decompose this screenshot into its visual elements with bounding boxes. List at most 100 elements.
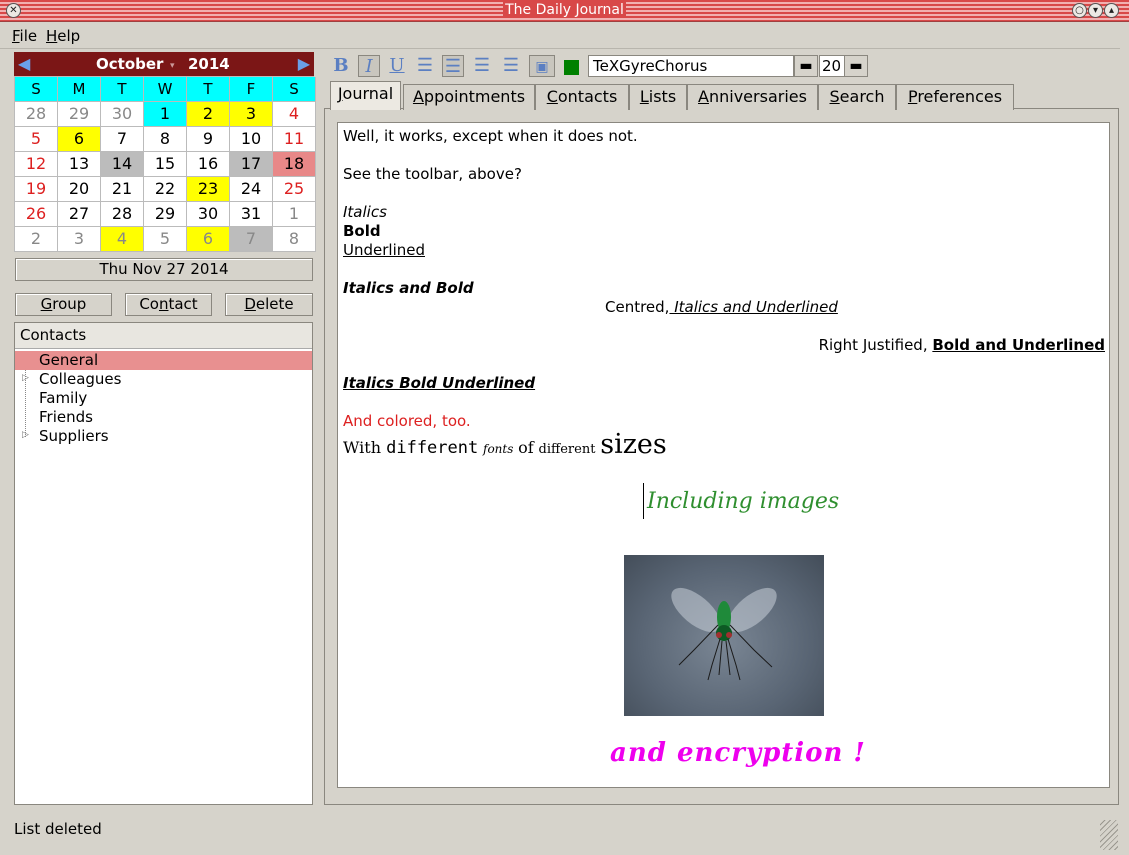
calendar-day[interactable]: 19 (15, 177, 58, 202)
centred-text: Centred, (605, 298, 670, 316)
tab-appointments[interactable]: Appointments (403, 84, 535, 110)
fonts-fonts: fonts (483, 442, 514, 456)
calendar-day[interactable]: 29 (58, 102, 101, 127)
calendar-day[interactable]: 7 (230, 227, 273, 252)
font-name-field[interactable]: TeXGyreChorus (588, 55, 794, 77)
menu-file[interactable]: File (12, 27, 37, 45)
calendar-day[interactable]: 18 (273, 152, 316, 177)
tab-lists[interactable]: Lists (629, 84, 687, 110)
weekday-header: M (58, 77, 101, 102)
delete-button[interactable]: Delete (225, 293, 313, 316)
calendar-day[interactable]: 15 (144, 152, 187, 177)
right-justified-text: Right Justified, (818, 336, 933, 354)
contacts-tree-header[interactable]: Contacts (15, 323, 312, 349)
tree-item-family[interactable]: Family (39, 389, 87, 408)
tree-item-friends[interactable]: Friends (39, 408, 93, 427)
calendar-day[interactable]: 4 (101, 227, 144, 252)
calendar-day[interactable]: 28 (101, 202, 144, 227)
tab-anniversaries[interactable]: Anniversaries (687, 84, 818, 110)
shade-icon[interactable]: ▴ (1104, 3, 1119, 18)
weekday-header: S (15, 77, 58, 102)
calendar-day[interactable]: 5 (15, 127, 58, 152)
calendar-day[interactable]: 8 (144, 127, 187, 152)
italic-text: Italics (343, 203, 387, 221)
calendar-day[interactable]: 28 (15, 102, 58, 127)
calendar-day[interactable]: 14 (101, 152, 144, 177)
calendar-day[interactable]: 23 (187, 177, 230, 202)
menu-help[interactable]: Help (46, 27, 80, 45)
calendar-day[interactable]: 6 (58, 127, 101, 152)
window-title-text: The Daily Journal (503, 2, 626, 18)
calendar-day[interactable]: 1 (273, 202, 316, 227)
calendar-day[interactable]: 10 (230, 127, 273, 152)
tree-item-suppliers[interactable]: Suppliers (39, 427, 109, 446)
tree-item-colleagues[interactable]: Colleagues (39, 370, 121, 389)
expand-icon[interactable]: ▷ (22, 373, 29, 383)
maximize-icon[interactable]: ▾ (1088, 3, 1103, 18)
calendar-day[interactable]: 5 (144, 227, 187, 252)
expand-icon[interactable]: ▷ (22, 430, 29, 440)
calendar-day[interactable]: 30 (187, 202, 230, 227)
calendar-day[interactable]: 16 (187, 152, 230, 177)
calendar-day[interactable]: 6 (187, 227, 230, 252)
text-color-swatch[interactable] (564, 60, 579, 75)
tab-search[interactable]: Search (818, 84, 896, 110)
font-size-field[interactable]: 20 (819, 55, 845, 77)
calendar-day[interactable]: 8 (273, 227, 316, 252)
calendar-day[interactable]: 7 (101, 127, 144, 152)
minimize-icon[interactable]: ○ (1072, 3, 1087, 18)
calendar-year[interactable]: 2014 (188, 55, 230, 73)
calendar-day[interactable]: 17 (230, 152, 273, 177)
calendar-day[interactable]: 20 (58, 177, 101, 202)
calendar-day[interactable]: 26 (15, 202, 58, 227)
calendar-day[interactable]: 13 (58, 152, 101, 177)
tab-contacts[interactable]: Contacts (535, 84, 629, 110)
calendar-day[interactable]: 22 (144, 177, 187, 202)
fonts-different2: different (538, 442, 596, 457)
insert-image-icon[interactable]: ▣ (529, 55, 555, 77)
encryption-text: and encryption ! (610, 738, 866, 768)
format-toolbar: B I U ☰ ☰ ☰ ☰ ▣ TeXGyreChorus ▬ 20 ▬ (324, 52, 1118, 80)
calendar-day[interactable]: 4 (273, 102, 316, 127)
colored-text: And colored, too. (343, 412, 471, 430)
calendar-day[interactable]: 24 (230, 177, 273, 202)
journal-editor[interactable]: Well, it works, except when it does not.… (337, 122, 1110, 788)
calendar-grid: S M T W T F S 28 29 30 1 2 3 4 5 6 7 8 9 10 11 12 13 14 15 16 17 18… (14, 76, 316, 252)
tree-item-general[interactable]: General (39, 351, 98, 370)
calendar-day[interactable]: 30 (101, 102, 144, 127)
calendar-day[interactable]: 25 (273, 177, 316, 202)
month-dropdown-icon[interactable]: ▾ (170, 61, 175, 71)
calendar-day[interactable]: 12 (15, 152, 58, 177)
group-button[interactable]: Group (15, 293, 112, 316)
align-right-icon[interactable]: ☰ (471, 55, 493, 77)
calendar-day[interactable]: 11 (273, 127, 316, 152)
calendar-day[interactable]: 9 (187, 127, 230, 152)
align-center-icon[interactable]: ☰ (442, 55, 464, 77)
align-left-icon[interactable]: ☰ (414, 55, 436, 77)
tab-journal[interactable]: Journal (330, 81, 401, 110)
calendar-day[interactable]: 21 (101, 177, 144, 202)
calendar-day[interactable]: 2 (15, 227, 58, 252)
selected-date-button[interactable]: Thu Nov 27 2014 (15, 258, 313, 281)
align-justify-icon[interactable]: ☰ (500, 55, 522, 77)
calendar-day[interactable]: 29 (144, 202, 187, 227)
underlined-text: Underlined (343, 241, 425, 259)
size-dropdown-icon[interactable]: ▬ (844, 55, 868, 77)
calendar-day[interactable]: 1 (144, 102, 187, 127)
italic-icon[interactable]: I (358, 55, 380, 77)
bold-icon[interactable]: B (330, 55, 352, 77)
resize-grip[interactable] (1100, 820, 1118, 850)
tab-preferences[interactable]: Preferences (896, 84, 1014, 110)
calendar-day[interactable]: 31 (230, 202, 273, 227)
calendar-day[interactable]: 3 (230, 102, 273, 127)
calendar-month[interactable]: October (96, 55, 163, 73)
font-dropdown-icon[interactable]: ▬ (794, 55, 818, 77)
contact-button[interactable]: Contact (125, 293, 212, 316)
prev-month-icon[interactable]: ◀ (18, 54, 30, 73)
next-month-icon[interactable]: ▶ (298, 54, 310, 73)
underline-icon[interactable]: U (386, 55, 408, 77)
calendar-day[interactable]: 3 (58, 227, 101, 252)
fonts-with: With (343, 438, 387, 457)
calendar-day[interactable]: 2 (187, 102, 230, 127)
calendar-day[interactable]: 27 (58, 202, 101, 227)
